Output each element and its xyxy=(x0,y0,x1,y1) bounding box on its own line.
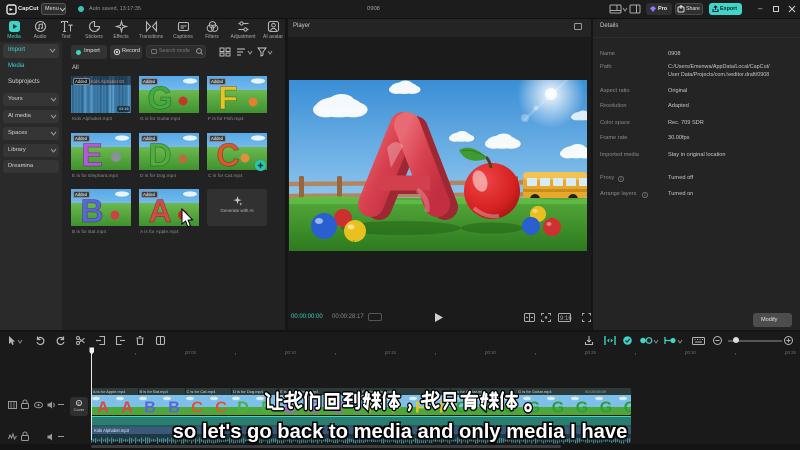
svg-text:D: D xyxy=(148,137,171,173)
svg-text:F: F xyxy=(218,80,238,116)
svg-text:G: G xyxy=(552,399,564,415)
svg-text:B: B xyxy=(144,399,156,415)
svg-text:D: D xyxy=(237,399,249,415)
svg-text:G: G xyxy=(148,80,173,116)
svg-text:B: B xyxy=(80,193,103,229)
svg-text:G: G xyxy=(576,399,588,415)
svg-text:A: A xyxy=(148,193,171,229)
svg-text:C: C xyxy=(216,137,239,173)
svg-text:B: B xyxy=(168,399,180,415)
svg-text:G: G xyxy=(624,399,631,415)
svg-text:A: A xyxy=(97,399,109,415)
svg-text:E: E xyxy=(81,137,102,173)
svg-text:C: C xyxy=(215,399,227,415)
svg-text:C: C xyxy=(191,399,203,415)
svg-text:9:16: 9:16 xyxy=(560,316,572,322)
svg-text:G: G xyxy=(600,399,612,415)
svg-text:A: A xyxy=(121,399,133,415)
